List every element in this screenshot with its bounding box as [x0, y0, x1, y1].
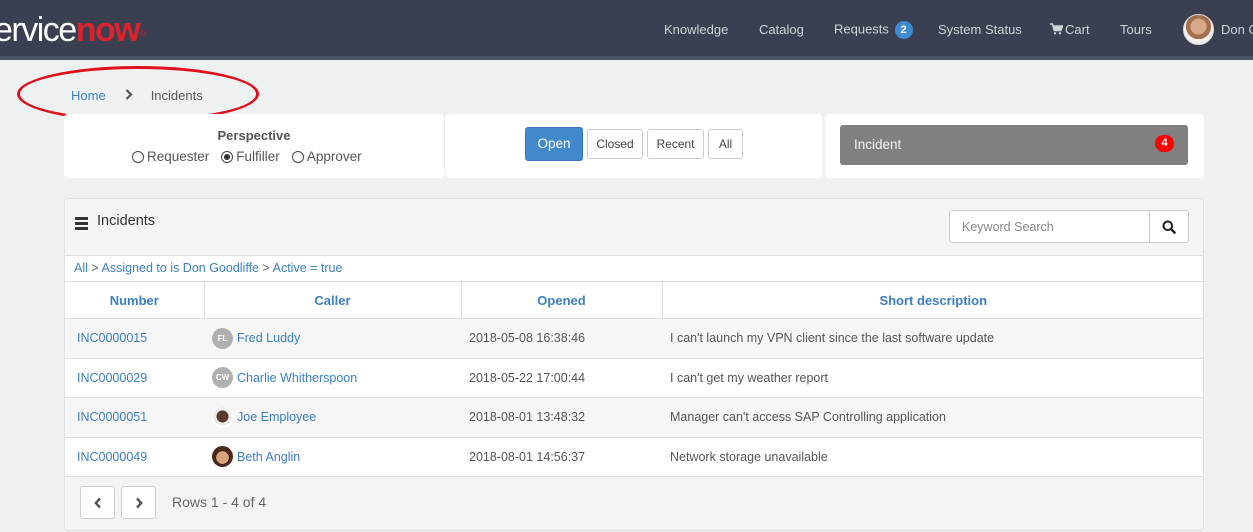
perspective-card: Perspective Requester Fulfiller Approver: [64, 114, 444, 178]
caller-link[interactable]: Fred Luddy: [237, 331, 300, 345]
chevron-left-icon: [93, 497, 101, 508]
next-page-button[interactable]: [121, 486, 156, 519]
nav-cart-label: Cart: [1065, 22, 1090, 37]
keyword-search-input[interactable]: [950, 211, 1149, 242]
radio-requester[interactable]: Requester: [132, 149, 209, 164]
caller-avatar: [212, 406, 233, 428]
nav-requests-label: Requests: [834, 21, 889, 37]
all-button[interactable]: All: [708, 129, 743, 159]
nav-system-status[interactable]: System Status: [938, 22, 1022, 37]
nav-tours[interactable]: Tours: [1120, 22, 1152, 37]
caller-link[interactable]: Beth Anglin: [237, 450, 300, 464]
incident-count-tile[interactable]: Incident 4: [840, 125, 1188, 165]
nav-catalog[interactable]: Catalog: [759, 22, 804, 37]
incident-number-link[interactable]: INC0000049: [77, 450, 147, 464]
incidents-panel: Incidents All > Assigned to is Don Goodl…: [64, 198, 1204, 531]
table-row[interactable]: INC0000015 FL Fred Luddy 2018-05-08 16:38:4…: [65, 318, 1203, 359]
caller-cell: Beth Anglin: [204, 437, 461, 477]
incident-number-cell: INC0000029: [65, 358, 204, 398]
incident-number-link[interactable]: INC0000029: [77, 371, 147, 385]
incident-number-cell: INC0000051: [65, 397, 204, 438]
nav-requests[interactable]: Requests 2: [834, 21, 913, 39]
opened-cell: 2018-08-01 13:48:32: [461, 397, 662, 438]
breadcrumb: Home Incidents: [71, 87, 203, 103]
caller-avatar: CW: [212, 367, 233, 389]
filter-assigned-link[interactable]: Assigned to is Don Goodliffe: [102, 261, 260, 275]
column-header-short-description[interactable]: Short description: [661, 281, 1203, 319]
filter-separator: >: [91, 261, 99, 275]
table-row[interactable]: INC0000029 CW Charlie Whitherspoon 2018-05-…: [65, 358, 1203, 398]
incident-number-link[interactable]: INC0000015: [77, 331, 147, 345]
column-header-opened[interactable]: Opened: [460, 281, 663, 319]
radio-approver[interactable]: Approver: [291, 149, 362, 164]
incidents-table: Number Caller Opened Short description I…: [65, 281, 1203, 477]
requests-count-badge: 2: [894, 21, 913, 39]
opened-cell: 2018-05-22 17:00:44: [461, 358, 662, 398]
panel-title: Incidents: [97, 213, 156, 229]
hamburger-menu-icon[interactable]: [75, 217, 88, 230]
radio-button[interactable]: [132, 150, 144, 163]
breadcrumb-home[interactable]: Home: [71, 88, 106, 103]
column-header-caller[interactable]: Caller: [203, 281, 462, 319]
caller-cell: Joe Employee: [204, 397, 461, 438]
pagination: Rows 1 - 4 of 4: [65, 476, 1203, 530]
caller-cell: FL Fred Luddy: [204, 318, 461, 359]
chevron-right-icon: [135, 497, 143, 508]
nav-cart[interactable]: Cart: [1050, 22, 1090, 37]
search-icon: [1162, 220, 1176, 234]
closed-button[interactable]: Closed: [587, 129, 643, 159]
caller-link[interactable]: Charlie Whitherspoon: [237, 371, 357, 385]
panel-header: Incidents: [65, 199, 1203, 255]
radio-label: Approver: [306, 149, 362, 164]
top-navbar: ervicenow® Knowledge Catalog Requests 2 …: [0, 0, 1253, 60]
radio-label: Fulfiller: [236, 149, 280, 164]
filter-all-link[interactable]: All: [74, 261, 88, 275]
incident-count-label: Incident: [854, 137, 902, 152]
table-row[interactable]: INC0000049 Beth Anglin 2018-08-01 14:56:37…: [65, 437, 1203, 477]
perspective-radio-group: Requester Fulfiller Approver: [132, 149, 374, 164]
table-row[interactable]: INC0000051 Joe Employee 2018-08-01 13:48:3…: [65, 397, 1203, 438]
radio-label: Requester: [147, 149, 210, 164]
caller-link[interactable]: Joe Employee: [237, 410, 316, 424]
count-card: Incident 4: [825, 114, 1204, 178]
opened-cell: 2018-05-08 16:38:46: [461, 318, 662, 359]
incident-number-cell: INC0000015: [65, 318, 204, 359]
user-avatar[interactable]: [1183, 14, 1214, 45]
breadcrumb-current: Incidents: [150, 87, 203, 103]
caller-avatar: FL: [212, 327, 233, 349]
incident-number-cell: INC0000049: [65, 437, 204, 477]
search-button[interactable]: [1149, 211, 1188, 242]
nav-knowledge[interactable]: Knowledge: [664, 22, 728, 37]
servicenow-logo[interactable]: ervicenow®: [0, 10, 145, 50]
radio-button-selected[interactable]: [221, 150, 234, 163]
caller-cell: CW Charlie Whitherspoon: [204, 358, 461, 398]
chevron-right-icon: [125, 87, 133, 103]
incident-count-badge: 4: [1155, 135, 1174, 152]
previous-page-button[interactable]: [80, 486, 115, 519]
recent-button[interactable]: Recent: [647, 129, 704, 159]
filter-separator: >: [262, 261, 270, 275]
column-header-number[interactable]: Number: [65, 281, 205, 319]
keyword-search: [949, 210, 1189, 243]
opened-cell: 2018-08-01 14:56:37: [461, 437, 662, 477]
perspective-title: Perspective: [217, 128, 291, 143]
incident-number-link[interactable]: INC0000051: [77, 410, 147, 424]
short-description-cell: Manager can't access SAP Controlling app…: [662, 397, 1203, 438]
radio-fulfiller[interactable]: Fulfiller: [221, 149, 280, 164]
table-header-row: Number Caller Opened Short description: [65, 281, 1203, 319]
state-filter-card: Open Closed Recent All: [445, 114, 822, 178]
user-menu[interactable]: Don G: [1221, 22, 1253, 37]
rows-count-label: Rows 1 - 4 of 4: [172, 494, 267, 510]
short-description-cell: Network storage unavailable: [662, 437, 1203, 477]
filter-active-link[interactable]: Active = true: [273, 261, 343, 275]
filter-breadcrumb: All > Assigned to is Don Goodliffe > Act…: [65, 255, 1203, 281]
short-description-cell: I can't get my weather report: [662, 358, 1203, 398]
short-description-cell: I can't launch my VPN client since the l…: [662, 318, 1203, 359]
caller-avatar: [212, 446, 233, 468]
radio-button[interactable]: [291, 150, 304, 163]
open-button[interactable]: Open: [525, 127, 583, 161]
cart-icon: [1050, 23, 1063, 35]
